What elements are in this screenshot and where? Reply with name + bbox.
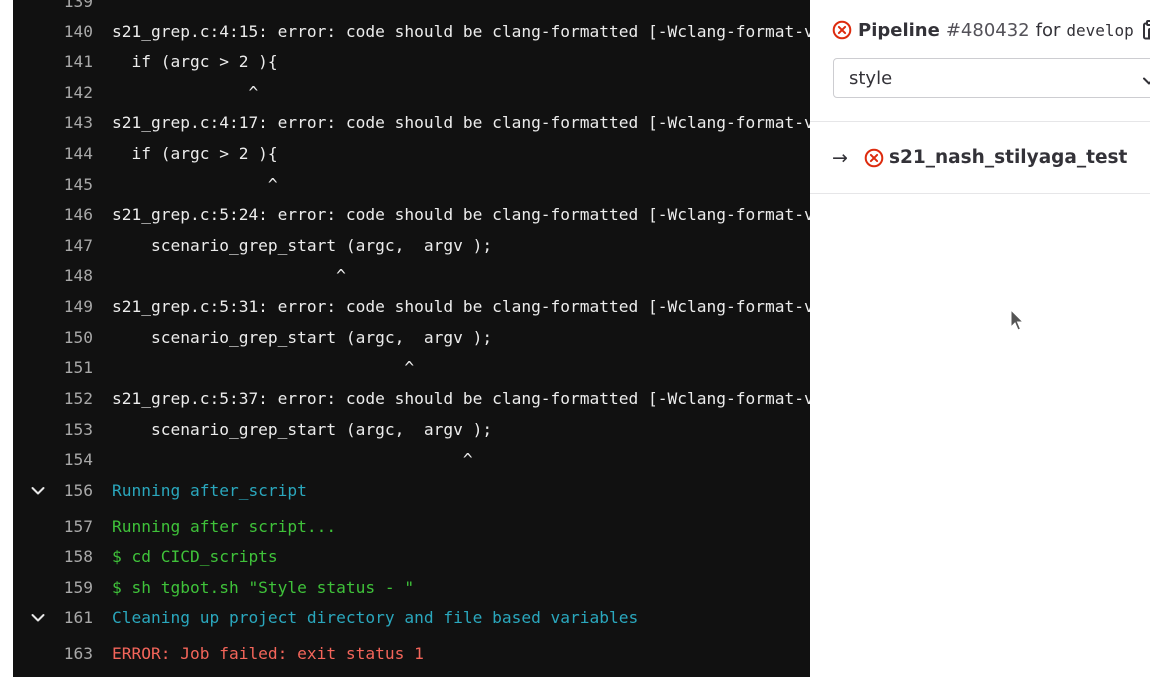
- line-number[interactable]: 153: [13, 415, 93, 445]
- job-log: 139 ^ 140 s21_grep.c:4:15: error: code sho…: [13, 0, 810, 677]
- line-number[interactable]: 148: [13, 261, 93, 291]
- line-number[interactable]: 156: [13, 476, 93, 506]
- job-sidebar: Pipeline #480432 for develop style → s21…: [810, 0, 1150, 692]
- job-name-link[interactable]: s21_nash_stilyaga_test: [889, 145, 1127, 171]
- log-text: if (argc > 2 ){: [112, 52, 278, 71]
- log-text: if (argc > 2 ){: [112, 144, 278, 163]
- line-number[interactable]: 154: [13, 445, 93, 475]
- pipeline-number-link[interactable]: #480432: [946, 20, 1030, 41]
- line-number[interactable]: 151: [13, 353, 93, 383]
- log-line: 153 scenario_grep_start (argc, argv );: [13, 415, 810, 445]
- log-line: 146 s21_grep.c:5:24: error: code should b…: [13, 200, 810, 230]
- log-text: ERROR: Job failed: exit status 1: [112, 644, 424, 663]
- line-number[interactable]: 161: [13, 603, 93, 633]
- log-line: 157 Running after script...: [13, 512, 810, 542]
- line-number[interactable]: 163: [13, 639, 93, 669]
- for-label: for: [1035, 19, 1061, 41]
- failed-status-icon[interactable]: [832, 20, 852, 40]
- log-text: scenario_grep_start (argc, argv );: [112, 420, 493, 439]
- log-line: 139 ^: [13, 0, 810, 17]
- pipeline-header: Pipeline #480432 for develop: [832, 16, 1150, 44]
- chevron-down-icon: [1142, 72, 1150, 93]
- log-text: scenario_grep_start (argc, argv );: [112, 236, 493, 255]
- line-number[interactable]: 145: [13, 170, 93, 200]
- stage-dropdown[interactable]: style: [833, 58, 1150, 98]
- log-text: $ sh tgbot.sh "Style status - ": [112, 578, 415, 597]
- log-text: s21_grep.c:4:15: error: code should be c…: [112, 22, 810, 41]
- log-line: 158 $ cd CICD_scripts: [13, 542, 810, 572]
- line-number[interactable]: 140: [13, 17, 93, 47]
- log-text: ^: [112, 358, 415, 377]
- log-text: ^: [112, 266, 346, 285]
- copy-branch-icon[interactable]: [1142, 20, 1150, 40]
- job-list-item[interactable]: → s21_nash_stilyaga_test: [810, 122, 1150, 193]
- line-number[interactable]: 157: [13, 512, 93, 542]
- line-number[interactable]: 144: [13, 139, 93, 169]
- log-text: Running after script...: [112, 517, 337, 536]
- log-text: s21_grep.c:5:37: error: code should be c…: [112, 389, 810, 408]
- log-line[interactable]: 156 Running after_script: [13, 476, 810, 506]
- log-text: $ cd CICD_scripts: [112, 547, 278, 566]
- line-number[interactable]: 146: [13, 200, 93, 230]
- line-number[interactable]: 149: [13, 292, 93, 322]
- line-number[interactable]: 142: [13, 78, 93, 108]
- log-text: ^: [112, 450, 473, 469]
- current-job-arrow-icon: →: [832, 147, 848, 169]
- stage-selected-value: style: [849, 68, 893, 89]
- log-line: 149 s21_grep.c:5:31: error: code should b…: [13, 292, 810, 322]
- log-line: 143 s21_grep.c:4:17: error: code should b…: [13, 108, 810, 138]
- log-text: Cleaning up project directory and file b…: [112, 608, 639, 627]
- line-number[interactable]: 147: [13, 231, 93, 261]
- log-line: 159 $ sh tgbot.sh "Style status - ": [13, 573, 810, 603]
- log-line: 142 ^: [13, 78, 810, 108]
- pipeline-label: Pipeline: [858, 19, 940, 41]
- line-number[interactable]: 152: [13, 384, 93, 414]
- log-line: 147 scenario_grep_start (argc, argv );: [13, 231, 810, 261]
- log-text: ^: [112, 0, 200, 11]
- log-line: 140 s21_grep.c:4:15: error: code should b…: [13, 17, 810, 47]
- log-text: s21_grep.c:5:24: error: code should be c…: [112, 205, 810, 224]
- failed-status-icon: [864, 148, 884, 168]
- mouse-cursor-icon: [1010, 308, 1025, 335]
- log-text: s21_grep.c:4:17: error: code should be c…: [112, 113, 810, 132]
- line-number[interactable]: 139: [13, 0, 93, 17]
- log-line: 152 s21_grep.c:5:37: error: code should b…: [13, 384, 810, 414]
- line-number[interactable]: 143: [13, 108, 93, 138]
- line-number[interactable]: 141: [13, 47, 93, 77]
- log-line: 150 scenario_grep_start (argc, argv );: [13, 323, 810, 353]
- branch-link[interactable]: develop: [1066, 21, 1133, 40]
- log-line: 151 ^: [13, 353, 810, 383]
- log-text: ^: [112, 83, 259, 102]
- log-line: 141 if (argc > 2 ){: [13, 47, 810, 77]
- log-text: s21_grep.c:5:31: error: code should be c…: [112, 297, 810, 316]
- log-text: scenario_grep_start (argc, argv );: [112, 328, 493, 347]
- line-number[interactable]: 150: [13, 323, 93, 353]
- divider: [810, 193, 1150, 194]
- log-text: Running after_script: [112, 481, 307, 500]
- log-line: 145 ^: [13, 170, 810, 200]
- log-line: 154 ^: [13, 445, 810, 475]
- line-number[interactable]: 159: [13, 573, 93, 603]
- log-text: ^: [112, 175, 278, 194]
- line-number[interactable]: 158: [13, 542, 93, 572]
- log-line: 163 ERROR: Job failed: exit status 1: [13, 639, 810, 669]
- log-line[interactable]: 161 Cleaning up project directory and fil…: [13, 603, 810, 633]
- log-line: 144 if (argc > 2 ){: [13, 139, 810, 169]
- log-line: 148 ^: [13, 261, 810, 291]
